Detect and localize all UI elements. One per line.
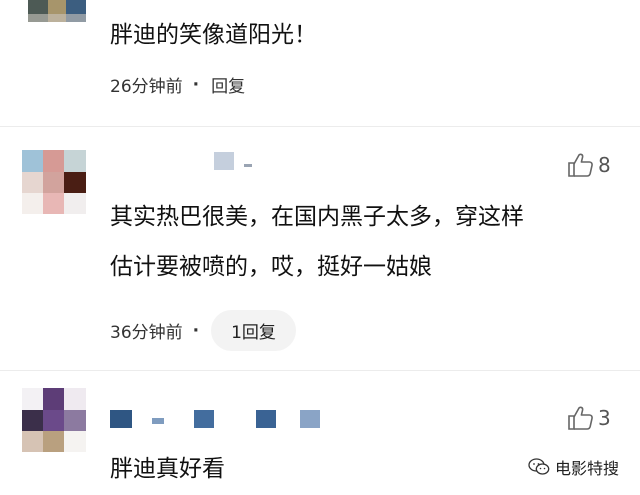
meta-separator: · <box>192 74 200 95</box>
reply-button[interactable]: 回复 <box>211 72 245 97</box>
username-obscured-fragment <box>300 410 320 428</box>
like-count: 8 <box>598 153 611 177</box>
username-obscured-fragment <box>256 410 276 428</box>
like-count: 3 <box>598 406 611 430</box>
comment-time: 36分钟前 <box>110 323 183 343</box>
comment-time: 26分钟前 <box>110 77 183 97</box>
watermark-label: 电影特搜 <box>555 459 620 478</box>
comment-text-line: 其实热巴很美，在国内黑子太多，穿这样 <box>110 204 524 230</box>
username-obscured-fragment <box>152 418 164 424</box>
divider <box>0 126 640 127</box>
wechat-icon <box>528 458 550 475</box>
meta-separator: · <box>192 320 200 341</box>
username-obscured-fragment <box>194 410 214 428</box>
username-obscured-fragment <box>244 164 252 167</box>
like-button[interactable]: 8 <box>567 152 611 178</box>
comment-meta: 26分钟前 · 回复 <box>110 72 245 98</box>
divider <box>0 370 640 371</box>
avatar[interactable] <box>28 0 86 22</box>
replies-button[interactable]: 1回复 <box>211 310 296 351</box>
comment-meta: 36分钟前 · 1回复 <box>110 310 296 351</box>
comment-text-line: 估计要被喷的，哎，挺好一姑娘 <box>110 254 432 280</box>
avatar[interactable] <box>22 388 86 452</box>
username-obscured[interactable] <box>110 410 132 428</box>
comment-text: 胖迪真好看 <box>110 456 225 482</box>
thumbs-up-icon <box>568 406 593 430</box>
comment-text: 胖迪的笑像道阳光！ <box>110 22 317 48</box>
like-button[interactable]: 3 <box>567 405 611 431</box>
thumbs-up-icon <box>568 153 593 177</box>
avatar[interactable] <box>22 150 86 214</box>
username-obscured[interactable] <box>214 152 234 170</box>
watermark: 电影特搜 <box>528 455 619 479</box>
